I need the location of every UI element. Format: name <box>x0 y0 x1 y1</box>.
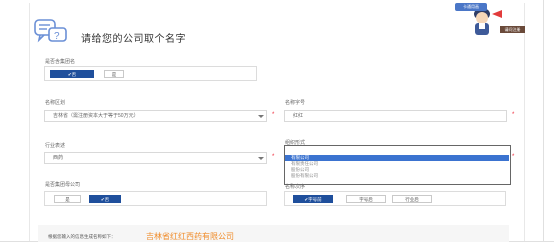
parent-company-label: 是否集团母公司 <box>45 182 81 188</box>
org-form-option[interactable]: 股份有限公司 <box>285 173 509 179</box>
order-after-trade-button[interactable]: 字号后 <box>346 195 386 203</box>
region-select[interactable]: 吉林省（需注册资本大于等于50万元） <box>44 110 267 122</box>
chevron-down-icon[interactable] <box>258 157 264 160</box>
required-mark: * <box>512 154 515 160</box>
svg-text:?: ? <box>54 31 60 42</box>
parent-company-yes-button[interactable]: 是 <box>54 195 81 203</box>
required-mark: * <box>512 112 515 118</box>
result-label: 根据您输入的信息生成名称如下： <box>48 234 116 239</box>
question-chat-icon: ? <box>34 19 67 43</box>
page-title: 请给您的公司取个名字 <box>81 34 186 45</box>
group-name-label: 是否含集团名 <box>45 59 76 65</box>
parent-company-no-button[interactable]: ✔否 <box>89 195 121 203</box>
order-after-industry-button[interactable]: 行业后 <box>392 195 432 203</box>
region-label: 名称区划 <box>45 100 66 106</box>
trade-name-label: 名称字号 <box>285 100 306 106</box>
mascot-caption: 请问注册 <box>500 26 525 33</box>
divider <box>543 0 544 242</box>
industry-label: 行业表述 <box>45 143 66 149</box>
required-mark: * <box>272 112 275 118</box>
order-label: 名称次序 <box>285 184 306 190</box>
trade-name-input[interactable]: 红红 <box>284 110 507 122</box>
required-mark: * <box>272 154 275 160</box>
industry-select[interactable]: 西药 <box>44 152 267 164</box>
generated-company-name: 吉林省红红西药有限公司 <box>146 232 234 241</box>
group-name-no-button[interactable]: ✔否 <box>50 70 94 78</box>
order-before-trade-button[interactable]: ✔字号前 <box>293 195 333 203</box>
group-name-yes-button[interactable]: 是 <box>104 70 124 78</box>
chevron-down-icon[interactable] <box>258 115 264 118</box>
mascot-badge: 卡通用画 <box>455 3 487 11</box>
